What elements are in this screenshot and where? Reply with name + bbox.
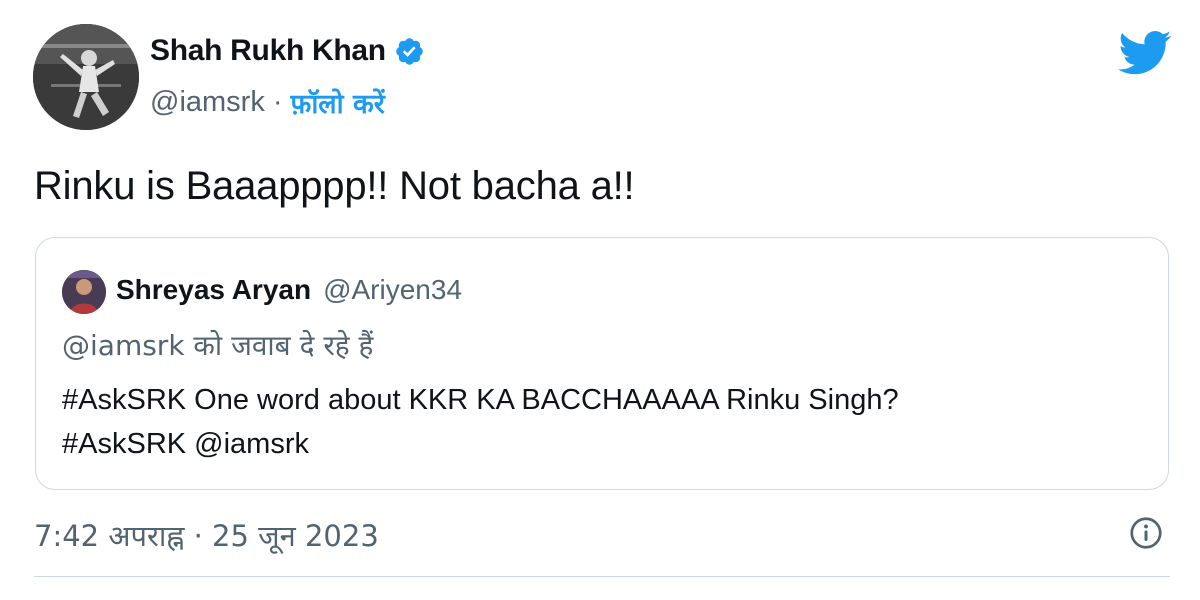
reply-context: @iamsrk को जवाब दे रहे हैं [62, 329, 374, 362]
author-handle-row: @iamsrk · फ़ॉलो करें [150, 84, 385, 121]
separator-dot: · [272, 86, 283, 118]
author-avatar[interactable] [33, 24, 139, 130]
tweet-text: Rinku is Baaapppp!! Not bacha a!! [34, 164, 635, 208]
tweet-card: Shah Rukh Khan @iamsrk · फ़ॉलो करें Rink… [0, 0, 1200, 600]
quoted-author-handle[interactable]: @Ariyen34 [323, 274, 462, 306]
follow-button[interactable]: फ़ॉलो करें [291, 84, 385, 121]
quoted-author-name[interactable]: Shreyas Aryan [116, 274, 311, 306]
author-name-row: Shah Rukh Khan [150, 34, 425, 68]
twitter-bird-icon[interactable] [1118, 30, 1172, 76]
quoted-author-avatar[interactable] [62, 270, 106, 314]
info-icon[interactable] [1128, 515, 1164, 551]
author-name[interactable]: Shah Rukh Khan [150, 34, 386, 68]
quoted-text-line-1: #AskSRK One word about KKR KA BACCHAAAAA… [62, 384, 899, 416]
author-handle[interactable]: @iamsrk [150, 86, 265, 119]
quoted-text-line-2: #AskSRK @iamsrk [62, 428, 309, 460]
quoted-author-row: Shreyas Aryan @Ariyen34 [116, 274, 462, 306]
verified-badge-icon [394, 36, 425, 67]
quoted-tweet[interactable]: Shreyas Aryan @Ariyen34 @iamsrk को जवाब … [35, 237, 1169, 490]
tweet-timestamp[interactable]: 7:42 अपराह्न · 25 जून 2023 [34, 516, 379, 555]
divider [34, 576, 1170, 577]
